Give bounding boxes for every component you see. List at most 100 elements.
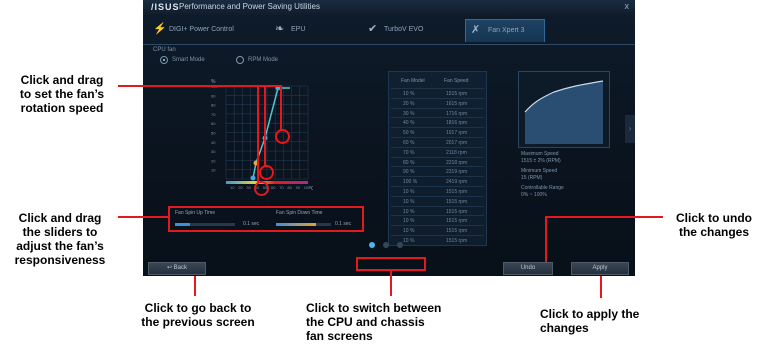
- y-tick-label: 20: [211, 158, 216, 163]
- fan-speed-table: Fan Model Fan Speed 10 % 1515 rpm 20 % 1615…: [388, 71, 487, 246]
- leader-line-back: [194, 276, 196, 296]
- cpu-fan-screen-dot[interactable]: [369, 242, 375, 248]
- highlight-switch: [356, 257, 426, 271]
- cell-speed: 1917 rpm: [446, 130, 468, 137]
- table-row: 60 % 2017 rpm: [391, 137, 484, 147]
- checkmark-icon: ✔: [368, 23, 378, 35]
- max-speed-label: Maximum Speed: [521, 151, 559, 157]
- cell-model: 10 %: [403, 218, 415, 225]
- cell-speed: 1816 rpm: [446, 120, 468, 127]
- cell-model: 10 %: [403, 238, 415, 244]
- tab-label: EPU: [291, 26, 306, 33]
- tab-fan-xpert[interactable]: ✗ Fan Xpert 3: [465, 19, 545, 42]
- window-title: Performance and Power Saving Utilities: [179, 2, 320, 11]
- cell-speed: 2017 rpm: [446, 140, 468, 146]
- range-label: Controllable Range: [521, 185, 564, 191]
- cell-model: 10 %: [403, 208, 415, 215]
- leaf-icon: ❧: [275, 23, 285, 35]
- rpm-mode-label: RPM Mode: [248, 57, 279, 63]
- table-row: 50 % 1917 rpm: [391, 127, 484, 137]
- table-row: 10 % 1515 rpm: [391, 88, 484, 98]
- leader-line-undo-h: [545, 216, 663, 218]
- tab-label: DIGI+ Power Control: [169, 26, 234, 33]
- table-row: 100 % 2419 rpm: [391, 176, 484, 186]
- x-tick-label: 90: [296, 185, 301, 190]
- rpm-mode-radio[interactable]: [236, 56, 244, 64]
- table-row: 10 % 1515 rpm: [391, 225, 484, 235]
- tab-digi-power[interactable]: ⚡ DIGI+ Power Control: [153, 19, 248, 41]
- leader-line-switch: [390, 271, 392, 296]
- cell-model: 70 %: [403, 149, 415, 156]
- min-speed-label: Minimum Speed: [521, 168, 558, 174]
- min-speed-value: 15 (RPM): [521, 175, 543, 181]
- cell-speed: 1515 rpm: [446, 189, 468, 195]
- table-header-speed: Fan Speed: [444, 78, 469, 84]
- cell-speed: 2319 rpm: [446, 169, 468, 176]
- chassis-fan-screen-dot-2[interactable]: [397, 242, 403, 248]
- tab-label: TurboV EVO: [384, 26, 424, 33]
- annotation-back: Click to go back to the previous screen: [141, 301, 255, 329]
- max-speed-value: 1515 ± 2% (RPM): [521, 158, 561, 164]
- tab-turbov-evo[interactable]: ✔ TurboV EVO: [368, 19, 438, 41]
- annotation-apply: Click to apply the changes: [540, 307, 640, 335]
- fan-icon: ✗: [471, 24, 481, 36]
- smart-mode-label: Smart Mode: [172, 57, 205, 63]
- back-label: Back: [173, 265, 188, 271]
- asus-logo: /ISUS: [151, 2, 180, 12]
- back-arrow-icon: ↩: [166, 265, 174, 271]
- range-value: 0% ~ 100%: [521, 192, 547, 198]
- close-icon[interactable]: x: [625, 1, 630, 11]
- table-row: 90 % 2319 rpm: [391, 166, 484, 176]
- cell-speed: 1515 rpm: [446, 208, 468, 215]
- x-tick-label: 60: [271, 185, 276, 190]
- leader-line-undo-v: [545, 216, 547, 262]
- y-tick-label: 10: [211, 168, 216, 173]
- y-tick-label: 30: [211, 149, 216, 154]
- cell-model: 30 %: [403, 110, 415, 117]
- cell-speed: 1515 rpm: [446, 91, 468, 97]
- y-tick-label: 50: [211, 131, 216, 136]
- tab-label: Fan Xpert 3: [488, 27, 525, 34]
- cell-model: 40 %: [403, 120, 415, 127]
- table-row: 40 % 1816 rpm: [391, 117, 484, 127]
- table-row: 10 % 1515 rpm: [391, 205, 484, 216]
- cell-speed: 1716 rpm: [446, 110, 468, 117]
- apply-button[interactable]: Apply: [571, 262, 629, 275]
- undo-button[interactable]: Undo: [503, 262, 553, 275]
- x-tick-label: 30: [246, 185, 251, 190]
- cell-speed: 2419 rpm: [446, 179, 468, 186]
- y-tick-label: 60: [211, 121, 216, 126]
- annotation-drag-fan: Click and drag to set the fan’s rotation s…: [19, 73, 105, 115]
- table-row: 30 % 1716 rpm: [391, 107, 484, 118]
- annotation-undo: Click to undo the changes: [676, 211, 752, 239]
- table-row: 70 % 2118 rpm: [391, 146, 484, 157]
- curve-point-1: [250, 175, 256, 181]
- x-tick-label: 80: [287, 185, 292, 190]
- y-tick-label: 40: [211, 140, 216, 145]
- table-row: 10 % 1515 rpm: [391, 235, 484, 245]
- back-button[interactable]: ↩ Back: [148, 262, 206, 275]
- y-tick-label: 80: [211, 103, 216, 108]
- cell-model: 10 %: [403, 228, 415, 235]
- lightning-icon: ⚡: [153, 23, 167, 35]
- x-tick-label: 20: [238, 185, 243, 190]
- highlight-sliders: [168, 206, 364, 232]
- y-tick-label: 90: [211, 93, 216, 98]
- fan-speed-graph: [518, 71, 610, 148]
- title-bar: /ISUS Performance and Power Saving Utili…: [143, 0, 635, 16]
- cell-model: 80 %: [403, 159, 415, 166]
- table-row: 20 % 1615 rpm: [391, 97, 484, 108]
- cell-speed: 2218 rpm: [446, 159, 468, 166]
- cell-model: 50 %: [403, 130, 415, 137]
- table-row: 10 % 1515 rpm: [391, 186, 484, 196]
- leader-line-drag-fan: [118, 85, 280, 87]
- next-arrow-icon[interactable]: ›: [625, 115, 635, 143]
- cell-model: 60 %: [403, 140, 415, 146]
- smart-mode-radio[interactable]: [160, 56, 168, 64]
- cell-speed: 1515 rpm: [446, 228, 468, 235]
- chassis-fan-screen-dot[interactable]: [383, 242, 389, 248]
- table-row: 10 % 1515 rpm: [391, 215, 484, 225]
- cell-model: 10 %: [403, 91, 415, 97]
- x-axis-unit: °C: [309, 186, 313, 190]
- tab-epu[interactable]: ❧ EPU: [275, 19, 335, 41]
